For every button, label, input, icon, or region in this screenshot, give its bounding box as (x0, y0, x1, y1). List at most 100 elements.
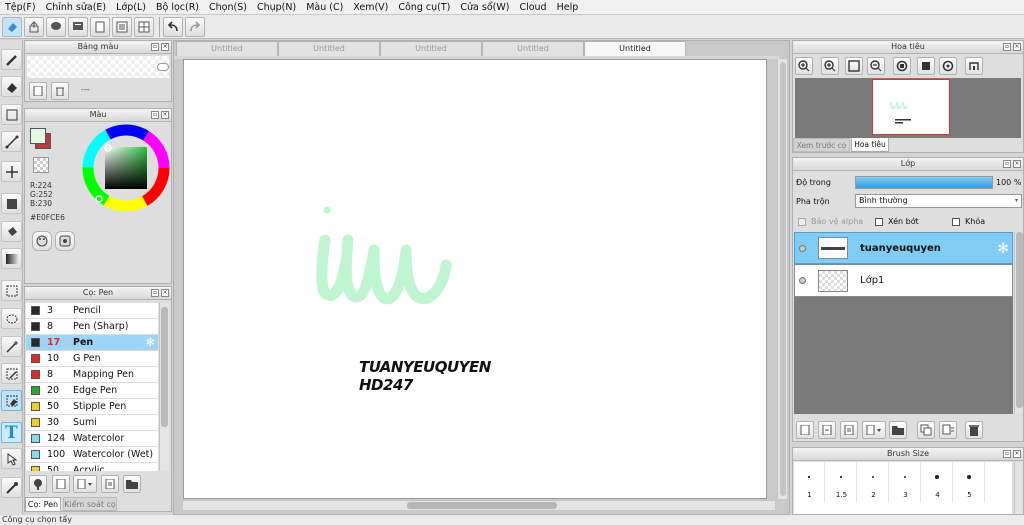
brush-row[interactable]: 50 Stipple Pen (26, 399, 158, 415)
main-color-swatch[interactable] (30, 128, 46, 144)
tab-brush[interactable]: Cọ: Pen (25, 497, 61, 511)
transparent-color-swatch[interactable] (33, 157, 49, 173)
close-icon[interactable]: × (161, 289, 169, 297)
text-tool-icon[interactable]: T (1, 422, 22, 443)
rotate-right-icon[interactable] (939, 57, 957, 75)
menu-item[interactable]: Chỉnh sửa(E) (41, 2, 112, 13)
tab-brush-preview[interactable]: Xem trước cọ (793, 138, 850, 152)
new-layer-alt-icon[interactable] (818, 421, 836, 439)
bucket-icon[interactable] (1, 221, 22, 242)
layer-visibility-icon[interactable] (799, 277, 806, 284)
brush-row[interactable]: 17 Pen ✻ (26, 335, 158, 351)
brush-size-cell[interactable]: 4 (922, 462, 953, 502)
menu-item[interactable]: Cloud (514, 2, 551, 13)
color-wheel[interactable] (81, 123, 171, 213)
menu-item[interactable]: Chụp(N) (252, 2, 301, 13)
brush-row[interactable]: 10 G Pen (26, 351, 158, 367)
brush-list-scrollbar[interactable] (159, 303, 169, 471)
float-icon[interactable]: ▫ (151, 289, 159, 297)
close-icon[interactable]: × (161, 111, 169, 119)
redo-icon[interactable] (185, 16, 205, 37)
menu-item[interactable]: Lớp(L) (111, 2, 151, 13)
navigator-view[interactable] (795, 78, 1021, 138)
eyedropper-icon[interactable] (1, 477, 22, 498)
flip-view-icon[interactable] (965, 57, 983, 75)
canvas-scrollbar-vertical[interactable] (777, 59, 787, 499)
float-icon[interactable]: ▫ (151, 111, 159, 119)
layer-folder-icon[interactable] (889, 421, 907, 439)
color-settings-icon[interactable] (55, 231, 75, 251)
delete-palette-icon[interactable] (51, 82, 69, 100)
brush-row[interactable]: 30 Sumi (26, 415, 158, 431)
eraser-mode-icon[interactable] (2, 16, 22, 37)
gear-icon[interactable]: ✻ (997, 241, 1009, 257)
close-icon[interactable]: × (1013, 43, 1021, 51)
menu-item[interactable]: Chọn(S) (204, 2, 252, 13)
line-tool-icon[interactable] (1, 131, 22, 152)
float-icon[interactable]: ▫ (1003, 160, 1011, 168)
select-pen-icon[interactable] (1, 363, 22, 384)
close-icon[interactable]: × (1013, 160, 1021, 168)
zoom-in-icon[interactable] (795, 57, 813, 75)
document-icon[interactable] (90, 16, 110, 37)
gradient-icon[interactable] (1, 248, 22, 269)
zoom-out-icon[interactable] (867, 57, 885, 75)
merge-layer-icon[interactable] (917, 421, 935, 439)
layer-row[interactable]: Lớp1 (794, 264, 1013, 297)
float-icon[interactable]: ▫ (151, 43, 159, 51)
new-palette-icon[interactable] (29, 82, 47, 100)
tab-brush-control[interactable]: Kiểm soát cọ (63, 497, 117, 511)
menu-item[interactable]: Help (552, 2, 584, 13)
float-icon[interactable]: ▫ (1003, 450, 1011, 458)
select-rect-icon[interactable] (1, 280, 22, 301)
menu-item[interactable]: Xem(V) (348, 2, 393, 13)
select-eraser-icon[interactable] (1, 390, 22, 411)
brush-size-cell[interactable]: 1 (794, 462, 825, 502)
eraser-tool-icon[interactable] (1, 76, 22, 97)
gear-icon[interactable]: ✻ (146, 336, 155, 349)
brush-size-cell[interactable]: 5 (954, 462, 985, 502)
move-tool-icon[interactable] (1, 161, 22, 182)
brush-size-cell[interactable]: 3 (890, 462, 921, 502)
palette-scroll-icon[interactable] (157, 63, 169, 71)
brush-row[interactable]: 124 Watercolor (26, 431, 158, 447)
lasso-icon[interactable] (1, 308, 22, 329)
new-layer-icon[interactable] (796, 421, 814, 439)
close-icon[interactable]: × (161, 43, 169, 51)
brush-row[interactable]: 50 Acrylic (26, 463, 158, 471)
float-icon[interactable]: ▫ (1003, 43, 1011, 51)
tab-untitled[interactable]: Untitled (584, 41, 686, 56)
undo-icon[interactable] (163, 16, 183, 37)
brush-size-scrollbar[interactable] (1014, 462, 1023, 514)
reset-view-icon[interactable] (917, 57, 935, 75)
brush-tree-icon[interactable] (29, 475, 47, 493)
palette-swatch-area[interactable] (27, 56, 169, 78)
tab-untitled[interactable]: Untitled (482, 41, 584, 56)
close-icon[interactable]: × (1013, 450, 1021, 458)
menu-item[interactable]: Công cụ(T) (393, 2, 455, 13)
brush-size-cell[interactable]: 1.5 (826, 462, 857, 502)
layer-visibility-icon[interactable] (799, 244, 806, 252)
fit-view-icon[interactable] (845, 57, 863, 75)
tab-navigator[interactable]: Hoa tiêu (851, 138, 889, 152)
brush-size-cell[interactable]: 2 (858, 462, 889, 502)
layer-property-icon[interactable] (939, 421, 957, 439)
menu-item[interactable]: Bộ lọc(R) (151, 2, 204, 13)
lock-checkbox[interactable]: Khóa (952, 217, 985, 226)
brush-row[interactable]: 8 Mapping Pen (26, 367, 158, 383)
delete-layer-icon[interactable] (965, 421, 983, 439)
clipping-checkbox[interactable]: Xén bớt (875, 217, 919, 226)
zoom-in-icon[interactable] (821, 57, 839, 75)
color-palette-icon[interactable] (32, 231, 52, 251)
menu-item[interactable]: Tệp(F) (0, 2, 41, 13)
fill-rect-icon[interactable] (1, 193, 22, 214)
layer-scrollbar[interactable] (1014, 232, 1023, 414)
tab-untitled[interactable]: Untitled (278, 41, 380, 56)
brush-doc-icon[interactable] (101, 475, 119, 493)
copy-layer-icon[interactable] (840, 421, 858, 439)
tab-untitled[interactable]: Untitled (176, 41, 278, 56)
brush-folder-icon[interactable] (123, 475, 141, 493)
canvas-text[interactable]: TUANYEUQUYEN HD247 (359, 358, 491, 394)
rectangle-select-icon[interactable] (1, 104, 22, 125)
brush-row[interactable]: 3 Pencil (26, 303, 158, 319)
